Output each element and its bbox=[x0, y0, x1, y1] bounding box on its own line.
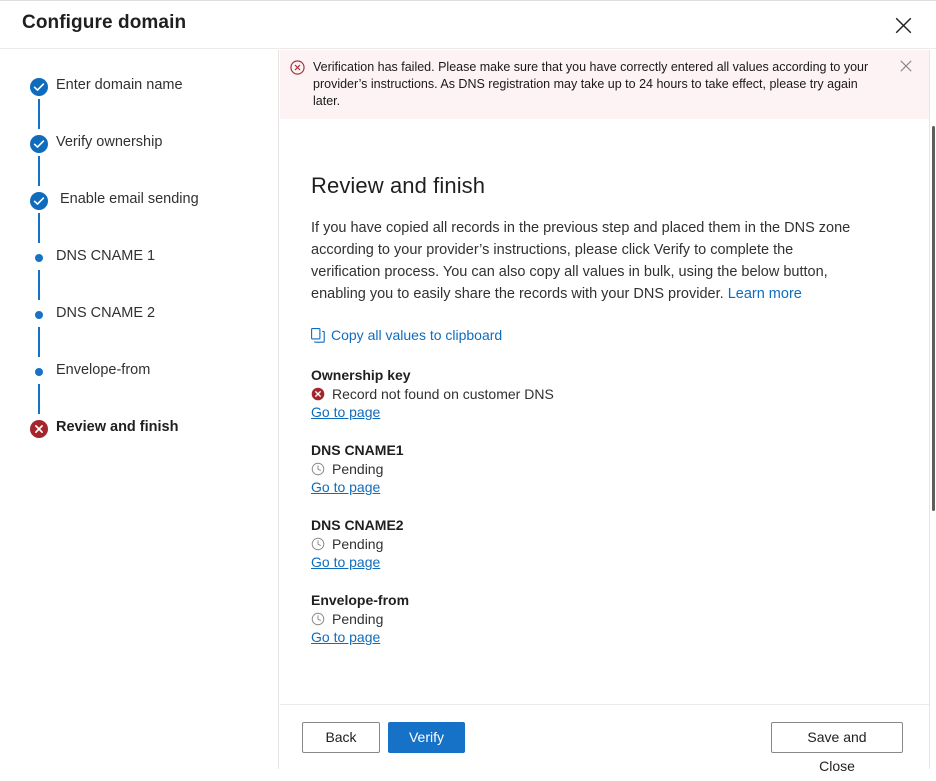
page-title: Configure domain bbox=[22, 12, 186, 34]
clock-icon bbox=[311, 612, 325, 626]
clock-icon bbox=[311, 462, 325, 476]
record-name: Envelope-from bbox=[311, 592, 889, 608]
record-status: Pending bbox=[311, 461, 889, 477]
main-panel: Verification has failed. Please make sur… bbox=[280, 50, 936, 769]
step-item-dns-cname-2[interactable]: DNS CNAME 2 bbox=[0, 301, 279, 358]
wizard-steps-rail: Enter domain name Verify ownership Enable … bbox=[0, 50, 279, 769]
record-status-item: DNS CNAME2 Pending Go to page bbox=[311, 517, 889, 572]
step-complete-check-icon bbox=[30, 135, 48, 153]
record-status-list: Ownership key Record not found on custome… bbox=[311, 367, 889, 647]
record-status-item: Envelope-from Pending Go to page bbox=[311, 592, 889, 647]
learn-more-link[interactable]: Learn more bbox=[728, 286, 802, 302]
step-item-review-and-finish[interactable]: Review and finish bbox=[0, 415, 279, 441]
step-item-label: DNS CNAME 2 bbox=[56, 305, 155, 321]
step-connector-line bbox=[38, 384, 40, 414]
step-item-verify-ownership[interactable]: Verify ownership bbox=[0, 130, 279, 187]
configure-domain-dialog: Configure domain Enter domain name Verify… bbox=[0, 0, 936, 768]
step-connector-line bbox=[38, 327, 40, 357]
vertical-scrollbar[interactable] bbox=[929, 50, 936, 769]
step-item-label: Envelope-from bbox=[56, 362, 150, 378]
step-item-label: DNS CNAME 1 bbox=[56, 248, 155, 264]
go-to-page-link[interactable]: Go to page bbox=[311, 554, 380, 570]
back-button[interactable]: Back bbox=[302, 722, 380, 753]
step-complete-check-icon bbox=[30, 192, 48, 210]
record-status-item: Ownership key Record not found on custome… bbox=[311, 367, 889, 422]
record-status-label: Pending bbox=[332, 611, 383, 627]
record-status: Pending bbox=[311, 536, 889, 552]
go-to-page-link[interactable]: Go to page bbox=[311, 404, 380, 420]
copy-all-values-label: Copy all values to clipboard bbox=[331, 327, 502, 343]
save-and-close-button[interactable]: Save and Close bbox=[771, 722, 903, 753]
step-item-envelope-from[interactable]: Envelope-from bbox=[0, 358, 279, 415]
section-title: Review and finish bbox=[311, 173, 889, 199]
record-status-label: Pending bbox=[332, 461, 383, 477]
record-name: DNS CNAME1 bbox=[311, 442, 889, 458]
step-error-icon bbox=[30, 420, 48, 438]
step-pending-dot-icon bbox=[30, 363, 48, 381]
step-item-label: Verify ownership bbox=[56, 134, 162, 150]
error-message-text: Verification has failed. Please make sur… bbox=[313, 59, 895, 110]
step-item-enter-domain-name[interactable]: Enter domain name bbox=[0, 73, 279, 130]
error-message-bar: Verification has failed. Please make sur… bbox=[280, 50, 929, 119]
step-pending-dot-icon bbox=[30, 249, 48, 267]
record-status-label: Pending bbox=[332, 536, 383, 552]
error-filled-icon bbox=[311, 387, 325, 401]
step-item-dns-cname-1[interactable]: DNS CNAME 1 bbox=[0, 244, 279, 301]
go-to-page-link[interactable]: Go to page bbox=[311, 629, 380, 645]
record-name: DNS CNAME2 bbox=[311, 517, 889, 533]
dialog-footer: Back Verify Save and Close bbox=[280, 704, 936, 769]
close-icon[interactable] bbox=[888, 10, 918, 40]
error-circle-icon bbox=[290, 60, 305, 75]
section-description: If you have copied all records in the pr… bbox=[311, 217, 856, 305]
record-status-item: DNS CNAME1 Pending Go to page bbox=[311, 442, 889, 497]
step-complete-check-icon bbox=[30, 78, 48, 96]
dialog-header: Configure domain bbox=[0, 1, 936, 49]
scrollbar-thumb[interactable] bbox=[932, 126, 935, 511]
clock-icon bbox=[311, 537, 325, 551]
dismiss-banner-icon[interactable] bbox=[895, 60, 917, 78]
step-connector-line bbox=[38, 213, 40, 243]
record-status-label: Record not found on customer DNS bbox=[332, 386, 554, 402]
step-item-label: Enable email sending bbox=[60, 191, 199, 207]
step-connector-line bbox=[38, 270, 40, 300]
verify-button[interactable]: Verify bbox=[388, 722, 465, 753]
step-item-label: Enter domain name bbox=[56, 77, 183, 93]
panel-content: Review and finish If you have copied all… bbox=[280, 145, 929, 703]
record-name: Ownership key bbox=[311, 367, 889, 383]
step-list: Enter domain name Verify ownership Enable … bbox=[0, 73, 279, 441]
copy-icon bbox=[311, 328, 325, 343]
go-to-page-link[interactable]: Go to page bbox=[311, 479, 380, 495]
step-connector-line bbox=[38, 99, 40, 129]
record-status: Pending bbox=[311, 611, 889, 627]
step-item-label: Review and finish bbox=[56, 419, 178, 435]
record-status: Record not found on customer DNS bbox=[311, 386, 889, 402]
step-item-enable-email-sending[interactable]: Enable email sending bbox=[0, 187, 279, 244]
step-pending-dot-icon bbox=[30, 306, 48, 324]
step-connector-line bbox=[38, 156, 40, 186]
copy-all-values-button[interactable]: Copy all values to clipboard bbox=[311, 327, 502, 343]
